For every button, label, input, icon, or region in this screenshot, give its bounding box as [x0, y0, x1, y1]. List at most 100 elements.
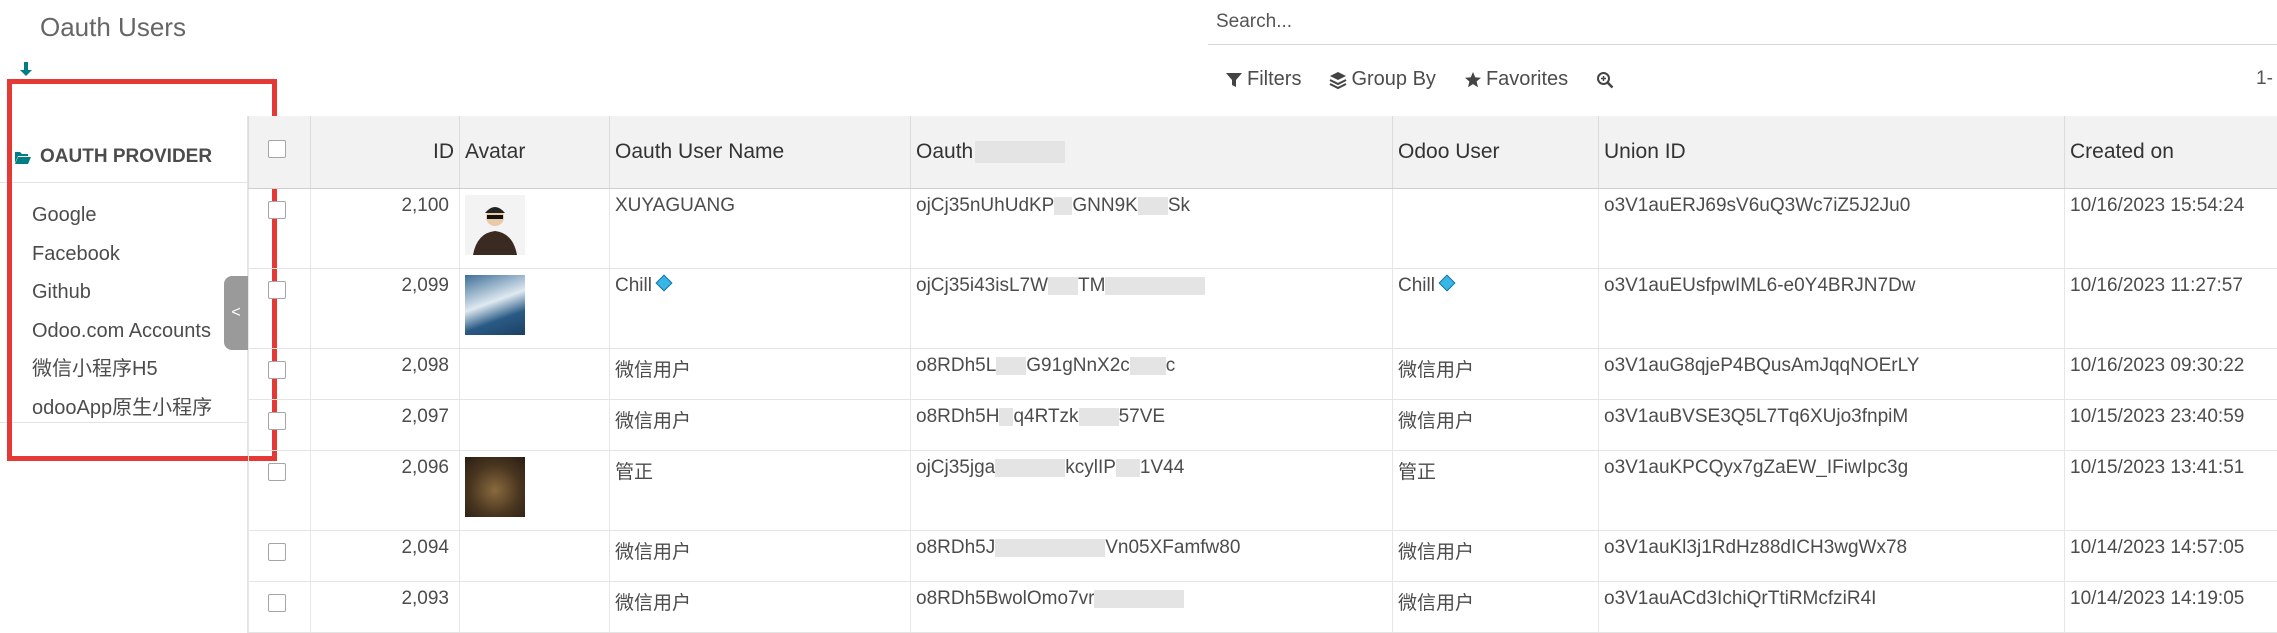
cell-id: 2,098	[310, 348, 460, 400]
row-checkbox[interactable]	[268, 201, 286, 219]
page-title: Oauth Users	[40, 12, 186, 42]
cell-union-id: o3V1auERJ69sV6uQ3Wc7iZ5J2Ju0	[1598, 188, 2065, 269]
table-row[interactable]: 2,098 微信用户 o8RDh5L G91gNnX2c c 微信用户 o3V1au…	[248, 348, 2277, 400]
oauth-uid-visible-2: kcylIP	[1065, 457, 1116, 478]
cell-oauth-user-name: 管正	[609, 450, 911, 531]
row-checkbox[interactable]	[268, 594, 286, 612]
cell-union-id: o3V1auACd3IchiQrTtiRMcfziR4I	[1598, 581, 2065, 633]
cell-odoo-user	[1392, 188, 1599, 269]
cell-avatar	[459, 188, 610, 269]
group-by-label: Group By	[1351, 68, 1436, 90]
oauth-uid-visible: o8RDh5J	[916, 537, 996, 558]
select-all-cell	[248, 116, 311, 189]
favorites-label: Favorites	[1485, 68, 1569, 90]
cell-id: 2,094	[310, 530, 460, 582]
cell-id: 2,097	[310, 399, 460, 451]
oauth-uid-visible: ojCj35i43isL7W	[916, 275, 1049, 296]
oauth-uid-visible-2: Vn05XFamfw80	[1105, 537, 1241, 558]
row-select-cell	[248, 530, 311, 582]
row-select-cell	[248, 188, 311, 269]
oauth-uid-visible: ojCj35jga	[916, 457, 996, 478]
oauth-uid-visible: o8RDh5H	[916, 406, 1000, 427]
user-name: XUYAGUANG	[615, 195, 736, 216]
cell-oauth-uid: o8RDh5J Vn05XFamfw80	[910, 530, 1393, 582]
download-icon[interactable]	[18, 62, 34, 80]
cell-union-id: o3V1auKPCQyx7gZaEW_IFiwIpc3g	[1598, 450, 2065, 531]
table-row[interactable]: 2,097 微信用户 o8RDh5H q4RTzk 57VE 微信用户 o3V1au…	[248, 399, 2277, 451]
col-odoo-user[interactable]: Odoo User	[1392, 116, 1599, 189]
table-row[interactable]: 2,099 Chill ojCj35i43isL7W TM Chill o3V1a…	[248, 268, 2277, 349]
user-name: Chill	[615, 275, 652, 296]
cell-avatar	[459, 581, 610, 633]
cell-avatar	[459, 450, 610, 531]
oauth-uid-visible-3: 57VE	[1118, 406, 1166, 427]
row-checkbox[interactable]	[268, 463, 286, 481]
star-icon	[1464, 71, 1481, 87]
oauth-uid-visible: ojCj35nUhUdKP	[916, 195, 1055, 216]
group-by-button[interactable]: Group By	[1329, 68, 1436, 91]
favorites-button[interactable]: Favorites	[1464, 68, 1568, 91]
avatar-image	[465, 457, 525, 517]
cell-odoo-user: 管正	[1392, 450, 1599, 531]
oauth-uid-visible-2: G91gNnX2c	[1026, 355, 1130, 376]
col-avatar[interactable]: Avatar	[459, 116, 610, 189]
cell-oauth-uid: ojCj35nUhUdKP GNN9K Sk	[910, 188, 1393, 269]
row-checkbox[interactable]	[268, 281, 286, 299]
col-created-on[interactable]: Created on	[2064, 116, 2277, 189]
col-id[interactable]: ID	[310, 116, 460, 189]
oauth-uid-visible-2: q4RTzk	[1013, 406, 1079, 427]
cell-avatar	[459, 399, 610, 451]
cell-avatar	[459, 530, 610, 582]
cell-oauth-uid: ojCj35i43isL7W TM	[910, 268, 1393, 349]
oauth-uid-visible-3: 1V44	[1139, 457, 1185, 478]
col-oauth-uid-label: Oauth	[916, 140, 974, 163]
table-row[interactable]: 2,093 微信用户 o8RDh5BwolOmo7vr 微信用户 o3V1auA…	[248, 581, 2277, 633]
row-select-cell	[248, 268, 311, 349]
cell-odoo-user: 微信用户	[1392, 530, 1599, 582]
search-options-button[interactable]	[1596, 71, 1614, 89]
oauth-uid-visible: o8RDh5L	[916, 355, 997, 376]
cell-created-on: 10/16/2023 15:54:24	[2064, 188, 2277, 269]
cell-id: 2,093	[310, 581, 460, 633]
oauth-uid-visible-2: GNN9K	[1072, 195, 1138, 216]
cell-avatar	[459, 348, 610, 400]
pager-value[interactable]: 1-	[2256, 68, 2273, 90]
filters-button[interactable]: Filters	[1225, 68, 1301, 91]
cell-union-id: o3V1auG8qjeP4BQusAmJqqNOErLY	[1598, 348, 2065, 400]
cell-oauth-user-name: 微信用户	[609, 530, 911, 582]
cell-oauth-uid: ojCj35jga kcylIP 1V44	[910, 450, 1393, 531]
col-union-id[interactable]: Union ID	[1598, 116, 2065, 189]
odoo-user-name: Chill	[1398, 275, 1435, 296]
cell-union-id: o3V1auEUsfpwIML6-e0Y4BRJN7Dw	[1598, 268, 2065, 349]
cell-avatar	[459, 268, 610, 349]
oauth-uid-visible: o8RDh5BwolOmo7vr	[916, 588, 1095, 609]
cell-id: 2,099	[310, 268, 460, 349]
search-input[interactable]	[1214, 10, 2118, 34]
oauth-uid-visible-3: c	[1165, 355, 1176, 376]
table-row[interactable]: 2,094 微信用户 o8RDh5J Vn05XFamfw80 微信用户 o3V1…	[248, 530, 2277, 582]
cell-oauth-user-name: XUYAGUANG	[609, 188, 911, 269]
search-facets: Filters Group By Favorites	[1225, 68, 1614, 91]
oauth-users-table: ID Avatar Oauth User Name Oauth Odoo Use…	[248, 116, 2277, 633]
col-oauth-user-name[interactable]: Oauth User Name	[609, 116, 911, 189]
cell-oauth-user-name: 微信用户	[609, 399, 911, 451]
cell-oauth-uid: o8RDh5BwolOmo7vr	[910, 581, 1393, 633]
col-oauth-uid[interactable]: Oauth	[910, 116, 1393, 189]
cell-odoo-user: 微信用户	[1392, 581, 1599, 633]
annotation-highlight-box	[7, 79, 277, 461]
cell-odoo-user: 微信用户	[1392, 399, 1599, 451]
table-row[interactable]: 2,100 XUYAGUANG ojCj35nUhUdKP GNN9K Sk o3V…	[248, 188, 2277, 269]
row-select-cell	[248, 348, 311, 400]
cell-union-id: o3V1auKl3j1RdHz88dICH3wgWx78	[1598, 530, 2065, 582]
search-bar[interactable]	[1208, 0, 2277, 45]
row-checkbox[interactable]	[268, 361, 286, 379]
cell-oauth-uid: o8RDh5H q4RTzk 57VE	[910, 399, 1393, 451]
row-checkbox[interactable]	[268, 412, 286, 430]
cell-oauth-user-name: Chill	[609, 268, 911, 349]
select-all-checkbox[interactable]	[268, 140, 286, 158]
cell-id: 2,096	[310, 450, 460, 531]
filters-label: Filters	[1247, 68, 1302, 90]
row-checkbox[interactable]	[268, 543, 286, 561]
avatar-image	[465, 275, 525, 335]
table-row[interactable]: 2,096 管正 ojCj35jga kcylIP 1V44 管正 o3V1auKP…	[248, 450, 2277, 531]
